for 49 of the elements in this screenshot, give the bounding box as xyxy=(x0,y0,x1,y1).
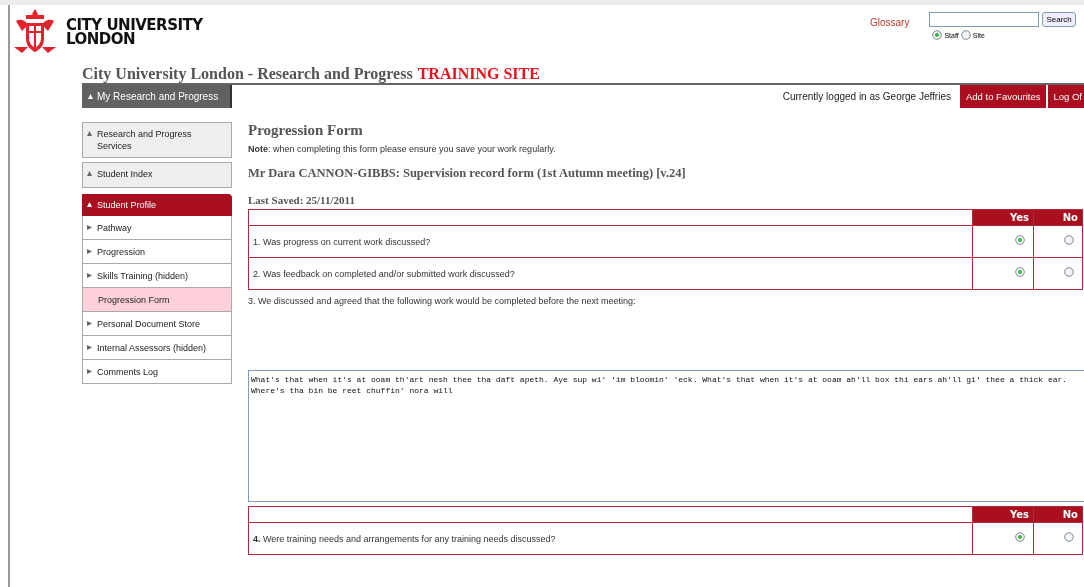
column-header: Yes xyxy=(972,506,1034,523)
question-text: 2. Was feedback on completed and/or submitted work discussed? xyxy=(248,257,973,290)
radio-button[interactable] xyxy=(960,30,971,40)
answer-box[interactable]: What's that when it's at ooam th'art nesh thee tha daft apeth. Aye sup wi' 'im bloomin' 'eck. What's that when it's at ooam ah'll box thi ears ah'll gi' thee a thick ear. Where's tha bin be reet chuffin' nora will xyxy=(248,370,1084,502)
form-heading: Mr Dara CANNON-GIBBS: Supervision record form (1st Autumn meeting) [v.24] xyxy=(248,166,687,181)
sidebar-item[interactable]: Progression xyxy=(82,240,232,264)
glossary-link[interactable]: Glossary xyxy=(870,17,910,40)
caret-icon xyxy=(88,94,93,99)
arrow-right-icon xyxy=(87,369,92,374)
last-saved-text: Last Saved: 25/11/2011 xyxy=(248,194,356,206)
radio-selected[interactable] xyxy=(1015,235,1025,245)
sidebar-header[interactable]: Student Profile xyxy=(82,194,232,216)
sidebar-item[interactable]: Comments Log xyxy=(82,360,232,384)
search-field[interactable] xyxy=(929,12,1040,27)
column-header: No xyxy=(1033,209,1083,226)
question-text: 1. Was progress on current work discussed? xyxy=(248,225,973,258)
logged-in-text: Currently logged in as George Jeffries xyxy=(782,90,952,104)
logo-text: CITY UNIVERSITY LONDON xyxy=(66,18,203,46)
arrow-right-icon xyxy=(87,249,92,254)
question-text: 3. We discussed and agreed that the following work would be completed before the next meeting: xyxy=(248,296,637,308)
form-note: Note: when completing this form please ensure you save your work regularly. xyxy=(248,144,557,154)
caret-icon xyxy=(87,131,92,136)
arrow-right-icon xyxy=(87,225,92,230)
radio-button[interactable] xyxy=(1064,235,1074,245)
radio-button[interactable] xyxy=(1064,267,1074,277)
arrow-right-icon xyxy=(87,273,92,278)
radio-button[interactable] xyxy=(1064,532,1074,542)
arrow-right-icon xyxy=(87,345,92,350)
arrow-right-icon xyxy=(87,321,92,326)
caret-icon xyxy=(87,202,92,207)
nav-button[interactable]: Add to Favourites xyxy=(960,85,1049,108)
sidebar-item[interactable]: Personal Document Store xyxy=(82,312,232,336)
column-header: Yes xyxy=(972,209,1034,226)
sidebar-item[interactable]: Skills Training (hidden) xyxy=(82,264,232,288)
radio-selected[interactable] xyxy=(932,30,943,40)
radio-selected[interactable] xyxy=(1015,267,1025,277)
search-button[interactable]: Search xyxy=(1042,12,1076,27)
column-header: No xyxy=(1033,506,1083,523)
nav-tab[interactable]: My Research and Progress xyxy=(82,85,232,108)
sidebar-item[interactable]: Pathway xyxy=(82,216,232,240)
sidebar-item[interactable]: Internal Assessors (hidden) xyxy=(82,336,232,360)
caret-icon xyxy=(87,171,92,176)
sidebar-item[interactable]: Progression Form xyxy=(82,288,232,312)
sidebar-item[interactable]: Student Index xyxy=(82,162,232,188)
sidebar-item[interactable]: Research and Progress Services xyxy=(82,122,232,158)
radio-selected[interactable] xyxy=(1015,532,1025,542)
question-text: 4. Were training needs and arrangements for any training needs discussed? xyxy=(248,522,973,555)
form-title: Progression Form xyxy=(248,122,364,139)
nav-button[interactable]: Log Of xyxy=(1048,85,1084,108)
